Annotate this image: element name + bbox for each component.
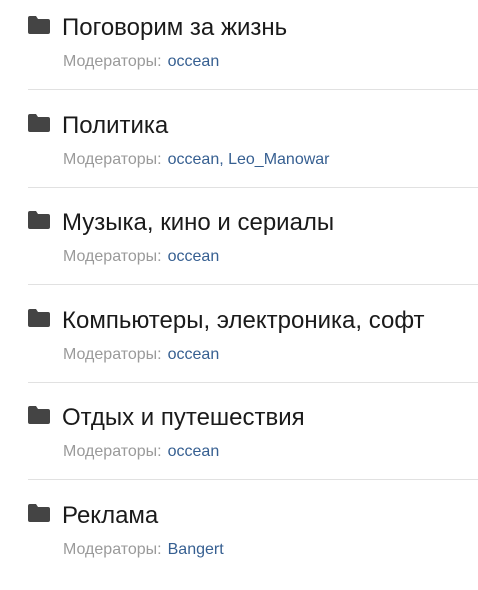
folder-icon bbox=[28, 211, 50, 229]
moderators-line: Модераторы: occean bbox=[63, 345, 219, 365]
moderators-label: Модераторы: bbox=[63, 248, 162, 265]
forum-item: Музыка, кино и сериалы Модераторы: occean bbox=[0, 195, 478, 293]
divider bbox=[28, 187, 478, 188]
divider bbox=[28, 284, 478, 285]
folder-icon bbox=[28, 114, 50, 132]
moderators-line: Модераторы: occean, Leo_Manowar bbox=[63, 150, 330, 170]
divider bbox=[28, 479, 478, 480]
moderators-separator: , bbox=[219, 151, 229, 168]
folder-icon bbox=[28, 16, 50, 34]
folder-icon bbox=[28, 504, 50, 522]
moderators-label: Модераторы: bbox=[63, 346, 162, 363]
forum-title[interactable]: Музыка, кино и сериалы bbox=[62, 208, 334, 238]
forum-title[interactable]: Поговорим за жизнь bbox=[62, 13, 287, 43]
forum-title[interactable]: Политика bbox=[62, 111, 168, 141]
forum-title[interactable]: Реклама bbox=[62, 501, 158, 531]
folder-icon bbox=[28, 309, 50, 327]
folder-icon bbox=[28, 406, 50, 424]
moderators-label: Модераторы: bbox=[63, 443, 162, 460]
forum-item: Компьютеры, электроника, софт Модераторы… bbox=[0, 293, 478, 391]
moderator-link[interactable]: Bangert bbox=[168, 541, 224, 558]
moderator-link[interactable]: occean bbox=[168, 443, 220, 460]
moderator-link[interactable]: occean bbox=[168, 151, 220, 168]
moderator-link[interactable]: Leo_Manowar bbox=[228, 151, 329, 168]
moderator-link[interactable]: occean bbox=[168, 346, 220, 363]
moderators-line: Модераторы: occean bbox=[63, 52, 219, 72]
forum-item: Реклама Модераторы: Bangert bbox=[0, 488, 478, 586]
forum-title[interactable]: Компьютеры, электроника, софт bbox=[62, 306, 425, 336]
moderators-label: Модераторы: bbox=[63, 53, 162, 70]
moderators-line: Модераторы: Bangert bbox=[63, 540, 224, 560]
forum-item: Поговорим за жизнь Модераторы: occean bbox=[0, 0, 478, 98]
moderators-label: Модераторы: bbox=[63, 541, 162, 558]
moderators-line: Модераторы: occean bbox=[63, 442, 219, 462]
divider bbox=[28, 89, 478, 90]
forum-item: Политика Модераторы: occean, Leo_Manowar bbox=[0, 98, 478, 196]
moderator-link[interactable]: occean bbox=[168, 53, 220, 70]
forum-list: Поговорим за жизнь Модераторы: occean Пол… bbox=[0, 0, 478, 590]
divider bbox=[28, 382, 478, 383]
moderators-label: Модераторы: bbox=[63, 151, 162, 168]
forum-item: Отдых и путешествия Модераторы: occean bbox=[0, 390, 478, 488]
moderators-line: Модераторы: occean bbox=[63, 247, 219, 267]
forum-title[interactable]: Отдых и путешествия bbox=[62, 403, 305, 433]
moderator-link[interactable]: occean bbox=[168, 248, 220, 265]
